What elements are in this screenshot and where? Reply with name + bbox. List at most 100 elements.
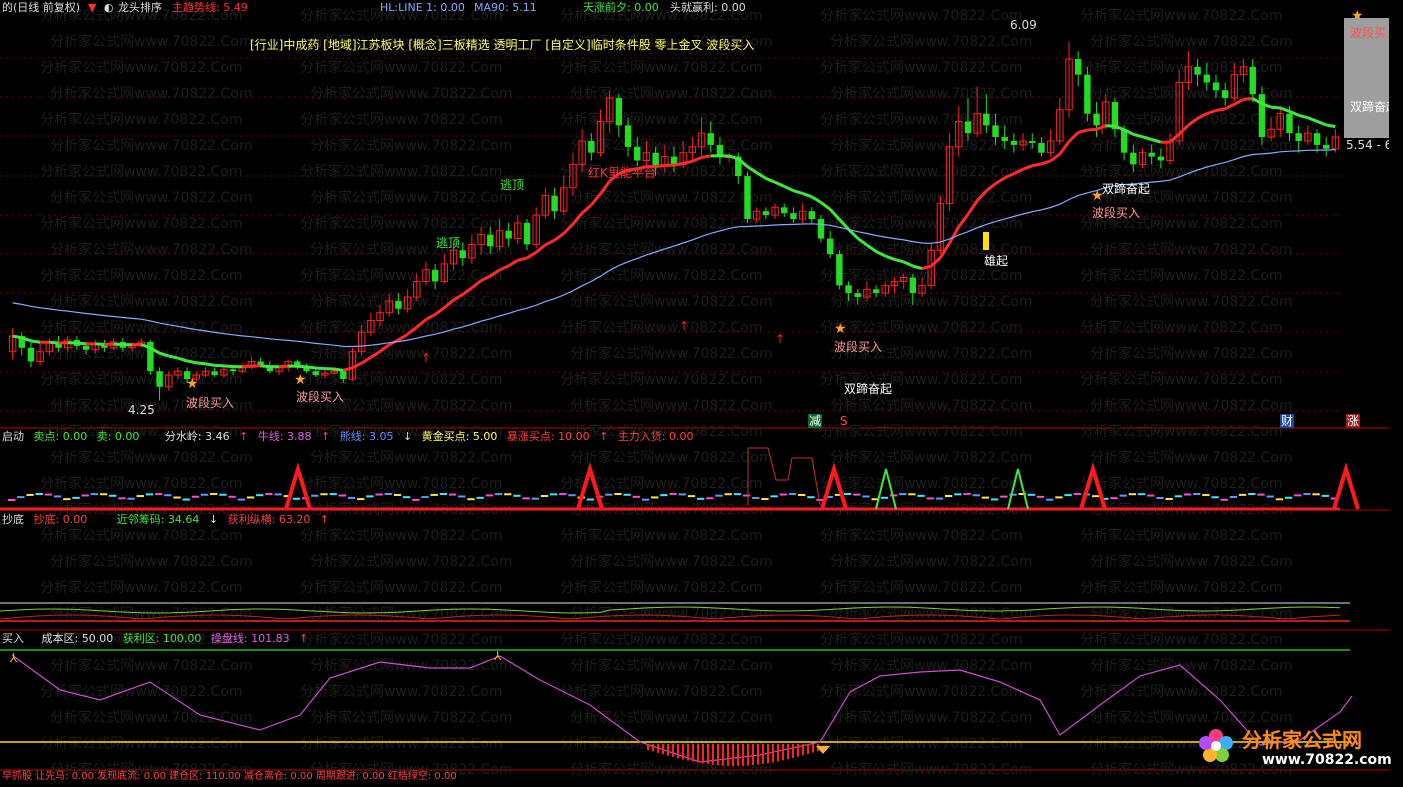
indicator-bar [991,498,998,500]
candle-down [340,371,346,379]
indicator-bar [780,494,787,496]
candle-down [1029,141,1035,143]
main-trend-line [426,314,435,319]
main-trend-line [1308,118,1317,122]
watermark-text: 分析家公式网www.70822.Com [40,319,242,336]
main-trend-line [536,245,545,253]
watermark-text: 分析家公式网www.70822.Com [830,449,1032,466]
peak-signal [1334,469,1358,509]
watermark-text: 分析家公式网www.70822.Com [560,475,762,492]
indicator-bar [1312,493,1319,495]
indicator-bar [1285,497,1292,499]
indicator-bar [81,494,88,496]
watermark-text: 分析家公式网www.70822.Com [1080,371,1282,388]
watermark-text: 分析家公式网www.70822.Com [560,59,762,76]
indicator-bar [679,493,686,495]
indicator-bar [1184,493,1191,495]
indicator-bar [339,494,346,496]
indicator-bar [651,496,658,498]
watermark-text: 分析家公式网www.70822.Com [560,579,762,596]
watermark-text: 分析家公式网www.70822.Com [560,319,762,336]
rise-marker [983,232,989,250]
indicator-bar [100,493,107,495]
watermark-text: 分析家公式网www.70822.Com [820,163,1022,180]
vertical-scrollbar[interactable] [1389,0,1403,784]
candle-down [1075,59,1081,75]
indicator-bar [137,495,144,497]
indicator-bar [173,497,180,499]
indicator-bar [1211,496,1218,498]
panel4-header: 买入 成本区: 50.00 获利区: 100.00 操盘线: 101.83 ↑ [2,633,314,645]
candle-down [1148,153,1154,157]
watermark-text: 分析家公式网www.70822.Com [300,475,502,492]
dragon-sort-button[interactable]: 龙头排序 [118,2,162,14]
main-trend-line [1326,125,1335,127]
indicator-bar [17,496,24,498]
main-trend-line [215,365,224,366]
sell-point-readout: 卖点: 0.00 [34,430,88,443]
surge-buy-readout: 暴涨买点: 10.00 [507,430,590,443]
watermark-text: 分析家公式网www.70822.Com [300,735,502,752]
operation-line-readout: 操盘线: 101.83 [211,632,290,645]
watermark-text: 分析家公式网www.70822.Com [310,137,512,154]
indicator-bar [155,493,162,495]
main-trend-line [1216,109,1225,111]
low-price-label: 4.25 [128,403,155,417]
indicator-bar [72,497,79,499]
indicator-bar [330,493,337,495]
watermark-text: 分析家公式网www.70822.Com [1080,579,1282,596]
indicator-bar [311,495,318,497]
annotation-band-buy-1: 波段买入 [186,396,234,410]
indicator-bar [127,498,134,500]
watermark-text: 分析家公式网www.70822.Com [560,111,762,128]
indicator-bar [1230,496,1237,498]
main-trend-line [187,361,196,363]
indicator-bar [274,493,281,495]
main-trend-line [821,202,830,209]
main-trend-line [1041,161,1050,164]
indicator-bar [899,493,906,495]
touji-readout: 头就赢利: 0.00 [670,2,746,14]
indicator-bar [706,497,713,499]
main-trend-line [77,343,86,344]
watermark-text: 分析家公式网www.70822.Com [300,579,502,596]
panel4-label: 买入 [2,632,24,645]
candle-down [313,371,319,375]
main-trend-line [297,366,306,367]
indicator-bar [807,496,814,498]
indicator-bar [1202,494,1209,496]
watermark-text: 分析家公式网www.70822.Com [820,735,1022,752]
up-arrow-icon: ↑ [599,430,608,443]
watermark-text: 分析家公式网www.70822.Com [1080,423,1282,440]
signal-reduce: 减 [808,414,822,428]
indicator-bar [421,496,428,498]
main-trend-line [527,252,536,258]
main-trend-line [1032,164,1041,166]
annotation-band-buy-3: 波段买入 [834,340,882,354]
logo-url: www.70822.com [1262,752,1392,768]
indicator-bar [1165,498,1172,500]
indicator-bar [669,493,676,495]
candle-down [845,285,851,293]
watermark-text: 分析家公式网www.70822.Com [820,631,1022,648]
bear-line-readout: 熊线: 3.05 [340,430,394,443]
candle-down [1038,143,1044,153]
watermark-text: 分析家公式网www.70822.Com [560,527,762,544]
indicator-bar [532,498,539,500]
up-arrow-icon: ↑ [679,319,689,333]
chart-window: 分析家公式网www.70822.Com 分析家公式网www.70822.Com 分析… [0,0,1403,784]
indicator-bar [963,493,970,495]
main-trend-line [1299,115,1308,117]
watermark-text: 分析家公式网www.70822.Com [820,319,1022,336]
indicator-bar [725,493,732,495]
main-trend-line [1087,129,1096,130]
chart-canvas[interactable]: 分析家公式网www.70822.Com 分析家公式网www.70822.Com 分析… [0,0,1403,784]
watermark-text: 分析家公式网www.70822.Com [300,163,502,180]
watermark-text: 分析家公式网www.70822.Com [830,33,1032,50]
watermark-text: 分析家公式网www.70822.Com [300,111,502,128]
up-arrow-icon: ↑ [1097,123,1107,137]
watermark-text: 分析家公式网www.70822.Com [310,709,512,726]
panel3-header: 抄底 抄底: 0.00 近邻筹码: 34.64 ↓ 获利纵横: 63.20 ↑ [2,514,335,526]
down-arrow-icon: ↓ [209,513,218,526]
watermark-text: 分析家公式网www.70822.Com [40,579,242,596]
